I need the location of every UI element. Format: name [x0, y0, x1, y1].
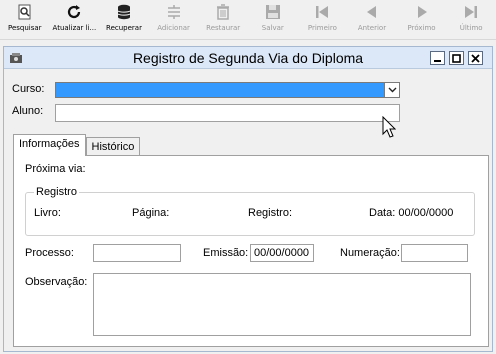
livro-label: Livro:	[34, 207, 61, 219]
refresh-list-button[interactable]: Atualizar li...	[50, 0, 100, 40]
maximize-button[interactable]	[449, 51, 464, 65]
add-button-label: Adicionar	[157, 24, 190, 32]
last-button-label: Último	[459, 24, 483, 32]
registro-group-title: Registro	[34, 186, 79, 198]
close-icon	[471, 53, 480, 63]
save-button-label: Salvar	[261, 24, 284, 32]
pagina-label: Página:	[132, 207, 170, 219]
proxima-via-label: Próxima via:	[25, 163, 86, 175]
curso-dropdown-button[interactable]	[384, 83, 399, 97]
observacao-label: Observação:	[25, 276, 88, 288]
first-icon	[316, 6, 329, 18]
curso-combobox[interactable]	[55, 82, 400, 98]
first-button[interactable]: Primeiro	[298, 0, 348, 40]
tab-strip: Informações Histórico	[13, 134, 141, 156]
previous-icon	[366, 6, 376, 18]
refresh-icon	[68, 5, 81, 19]
first-button-label: Primeiro	[307, 24, 337, 32]
add-icon	[167, 5, 180, 19]
minimize-button[interactable]	[430, 51, 445, 65]
save-button[interactable]: Salvar	[248, 0, 298, 40]
recover-button[interactable]: Recuperar	[99, 0, 149, 40]
mouse-cursor-icon	[382, 116, 396, 138]
restore-button[interactable]: Restaurar	[198, 0, 248, 40]
previous-button[interactable]: Anterior	[347, 0, 397, 40]
next-button[interactable]: Próximo	[397, 0, 447, 40]
emissao-input[interactable]: 00/00/0000	[250, 244, 314, 262]
trash-icon	[217, 4, 230, 20]
main-toolbar: Pesquisar Atualizar li... Recuperar Adic…	[0, 0, 496, 40]
processo-input[interactable]	[93, 244, 181, 262]
informacoes-panel: Próxima via: Registro Livro: Página: Reg…	[13, 155, 489, 347]
registro-group: Registro Livro: Página: Registro: Data: …	[25, 186, 475, 236]
processo-label: Processo:	[25, 247, 74, 259]
next-button-label: Próximo	[407, 24, 436, 32]
search-button-label: Pesquisar	[8, 24, 42, 32]
last-icon	[465, 6, 478, 18]
numeracao-label: Numeração:	[340, 247, 400, 259]
last-button[interactable]: Último	[446, 0, 496, 40]
add-button[interactable]: Adicionar	[149, 0, 199, 40]
tab-informacoes[interactable]: Informações	[13, 134, 86, 156]
registro-label: Registro:	[248, 207, 293, 219]
close-button[interactable]	[468, 51, 483, 65]
search-doc-icon	[18, 4, 31, 20]
data-label: Data: 00/00/0000	[369, 207, 454, 219]
minimize-icon	[434, 59, 441, 62]
aluno-input[interactable]	[55, 104, 400, 122]
refresh-list-button-label: Atualizar li...	[52, 24, 97, 32]
maximize-icon	[452, 53, 461, 63]
restore-button-label: Restaurar	[206, 24, 241, 32]
next-icon	[417, 6, 427, 18]
emissao-label: Emissão:	[203, 247, 249, 259]
save-icon	[265, 5, 280, 19]
recover-button-label: Recuperar	[106, 24, 142, 32]
chevron-down-icon	[388, 87, 396, 93]
numeracao-input[interactable]	[401, 244, 468, 262]
previous-button-label: Anterior	[357, 24, 387, 32]
observacao-textarea[interactable]	[93, 273, 471, 336]
search-button[interactable]: Pesquisar	[0, 0, 50, 40]
window-title: Registro de Segunda Via do Diploma	[132, 50, 364, 66]
tab-historico[interactable]: Histórico	[85, 137, 141, 156]
diploma-window: Registro de Segunda Via do Diploma Curso…	[3, 46, 493, 352]
database-icon	[117, 4, 131, 20]
window-titlebar[interactable]: Registro de Segunda Via do Diploma	[4, 47, 492, 69]
curso-label: Curso:	[12, 83, 45, 95]
aluno-label: Aluno:	[12, 105, 44, 117]
